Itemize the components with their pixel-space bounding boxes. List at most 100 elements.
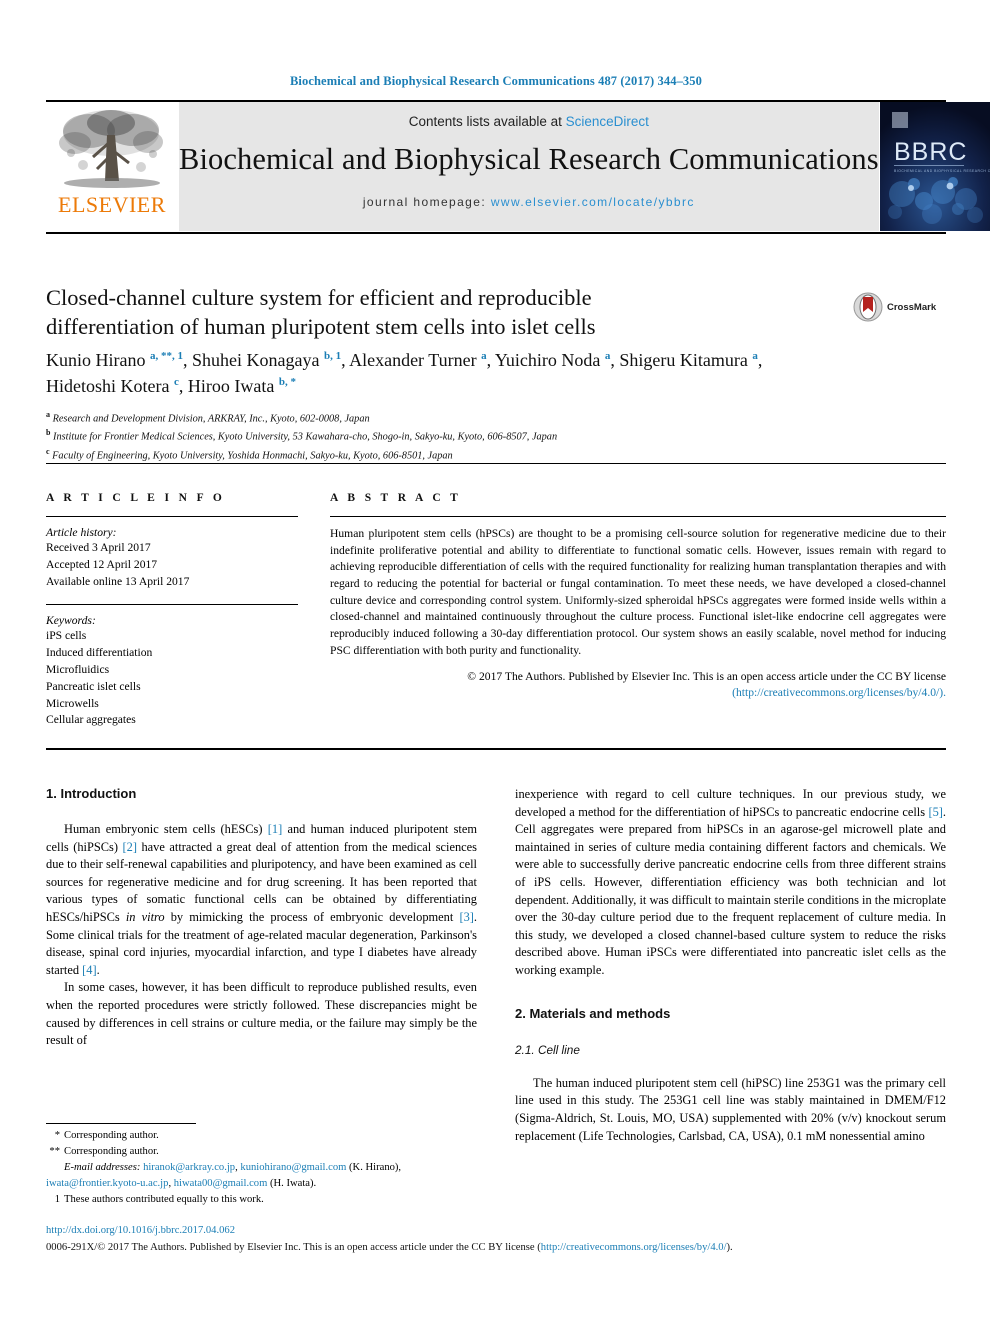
abstract-body: Human pluripotent stem cells (hPSCs) are… — [330, 527, 946, 657]
journal-band: Contents lists available at ScienceDirec… — [178, 102, 880, 231]
abstract-heading: A B S T R A C T — [330, 492, 462, 504]
elsevier-tree-icon — [53, 105, 171, 193]
copyright-tail: ). — [726, 1242, 733, 1253]
journal-title: Biochemical and Biophysical Research Com… — [179, 142, 879, 176]
running-head: Biochemical and Biophysical Research Com… — [290, 74, 702, 88]
email-attribution: (K. Hirano), — [349, 1162, 402, 1174]
abstract-license-link[interactable]: (http://creativecommons.org/licenses/by/… — [732, 686, 946, 699]
citation-ref[interactable]: [4] — [82, 963, 96, 977]
copyright-text: 0006-291X/© 2017 The Authors. Published … — [46, 1242, 541, 1253]
keywords-label: Keywords: — [46, 614, 96, 628]
email-link[interactable]: hiranok@arkray.co.jp — [143, 1162, 235, 1173]
sciencedirect-link[interactable]: ScienceDirect — [566, 114, 649, 129]
text-run: Human embryonic stem cells (hESCs) — [64, 822, 268, 836]
keywords-block: Keywords: iPS cells Induced differentiat… — [46, 614, 298, 729]
info-abstract-region: A R T I C L E I N F O Article history: R… — [46, 463, 946, 743]
license-link[interactable]: http://creativecommons.org/licenses/by/4… — [541, 1242, 727, 1253]
keyword-item: Cellular aggregates — [46, 713, 136, 727]
keyword-item: Induced differentiation — [46, 646, 153, 660]
text-run: . — [96, 962, 100, 977]
homepage-label: journal homepage: — [362, 195, 491, 209]
page-title: Closed-channel culture system for effici… — [46, 283, 746, 342]
journal-masthead: ELSEVIER Contents lists available at Sci… — [46, 100, 990, 232]
svg-text:BIOCHEMICAL AND BIOPHYSICAL RE: BIOCHEMICAL AND BIOPHYSICAL RESEARCH COM… — [894, 169, 990, 173]
affiliation-list: a Research and Development Division, ARK… — [46, 409, 926, 464]
keywords-divider — [46, 604, 298, 606]
paragraph: inexperience with regard to cell culture… — [515, 786, 946, 980]
svg-text:BBRC: BBRC — [894, 138, 967, 166]
article-info-column: A R T I C L E I N F O Article history: R… — [46, 464, 298, 743]
article-info-divider — [46, 516, 298, 517]
abstract-copyright: © 2017 The Authors. Published by Elsevie… — [330, 669, 946, 702]
email-link[interactable]: hiwata00@gmail.com — [174, 1178, 268, 1189]
homepage-url[interactable]: www.elsevier.com/locate/ybbrc — [491, 195, 695, 209]
email-link[interactable]: iwata@frontier.kyoto-u.ac.jp — [46, 1178, 168, 1189]
email-addresses-label: E-mail addresses: — [64, 1162, 141, 1174]
subsection-heading-cell-line: 2.1. Cell line — [515, 1042, 580, 1057]
affiliation-item: b Institute for Frontier Medical Science… — [46, 427, 926, 445]
body-column-left: 1. Introduction Human embryonic stem cel… — [46, 786, 477, 1145]
issn-copyright-line: 0006-291X/© 2017 The Authors. Published … — [46, 1242, 946, 1253]
text-run: . Cell aggregates were prepared from hiP… — [515, 804, 946, 978]
body-column-right: inexperience with regard to cell culture… — [515, 786, 946, 1145]
footnote-text: These authors contributed equally to thi… — [64, 1193, 264, 1205]
footnote-divider — [46, 1123, 196, 1124]
text-run: inexperience with regard to cell culture… — [515, 787, 946, 819]
footnote-corresponding-2: ** Corresponding author. — [46, 1144, 486, 1160]
text-run: The human induced pluripotent stem cell … — [515, 1075, 946, 1143]
citation-ref[interactable]: [1] — [268, 822, 282, 836]
abstract-divider — [330, 516, 946, 517]
author-list: Kunio Hirano a, **, 1, Shuhei Konagaya b… — [46, 348, 836, 399]
crossmark-badge[interactable]: CrossMark — [853, 287, 945, 327]
doi-link[interactable]: http://dx.doi.org/10.1016/j.bbrc.2017.04… — [46, 1225, 235, 1236]
keyword-item: Pancreatic islet cells — [46, 679, 141, 693]
text-run: In some cases, however, it has been diff… — [46, 980, 477, 1048]
paragraph: Human embryonic stem cells (hESCs) [1] a… — [46, 821, 477, 979]
email-link[interactable]: kuniohirano@gmail.com — [240, 1162, 346, 1173]
footnote-equal-contribution: 1 These authors contributed equally to th… — [46, 1192, 486, 1208]
citation-ref[interactable]: [3] — [459, 910, 473, 924]
footnote-mark: 1 — [54, 1193, 60, 1205]
crossmark-icon — [853, 292, 883, 322]
keyword-item: iPS cells — [46, 629, 87, 643]
text-run: in vitro — [125, 910, 165, 925]
abstract-column: A B S T R A C T Human pluripotent stem c… — [298, 464, 946, 743]
footnote-text: Corresponding author. — [64, 1130, 159, 1141]
paragraph: In some cases, however, it has been diff… — [46, 979, 477, 1049]
elsevier-wordmark: ELSEVIER — [58, 192, 166, 217]
affiliation-text: Faculty of Engineering, Kyoto University… — [49, 450, 453, 462]
text-run: by mimicking the process of embryonic de… — [164, 910, 460, 925]
footnotes-block: * Corresponding author. ** Corresponding a… — [46, 1128, 486, 1207]
email-attribution: (H. Iwata). — [270, 1178, 317, 1190]
footnote-mark: * — [54, 1130, 60, 1141]
citation-ref[interactable]: [2] — [123, 840, 137, 854]
journal-article-page: Biochemical and Biophysical Research Com… — [0, 0, 992, 1323]
body-columns: 1. Introduction Human embryonic stem cel… — [46, 786, 946, 1145]
history-received: Received 3 April 2017 — [46, 541, 151, 554]
journal-homepage-line: journal homepage: www.elsevier.com/locat… — [363, 195, 695, 209]
abstract-bottom-rule — [46, 748, 946, 750]
article-title-line-2: differentiation of human pluripotent ste… — [46, 314, 596, 340]
keyword-item: Microwells — [46, 696, 99, 710]
article-title-line-1: Closed-channel culture system for effici… — [46, 285, 592, 310]
affiliation-text: Research and Development Division, ARKRA… — [50, 413, 370, 425]
affiliation-item: a Research and Development Division, ARK… — [46, 409, 926, 427]
affiliation-text: Institute for Frontier Medical Sciences,… — [50, 431, 558, 443]
title-divider — [46, 232, 946, 234]
section-heading-materials-methods: 2. Materials and methods — [515, 1005, 671, 1021]
citation-ref[interactable]: [5] — [928, 805, 942, 819]
paragraph: The human induced pluripotent stem cell … — [515, 1075, 946, 1145]
contents-prefix: Contents lists available at — [408, 114, 566, 129]
footnote-emails: E-mail addresses: hiranok@arkray.co.jp, … — [46, 1162, 402, 1190]
bbrc-cover-art: BBRC BIOCHEMICAL AND BIOPHYSICAL RESEARC… — [879, 102, 990, 231]
journal-cover-thumbnail: BBRC BIOCHEMICAL AND BIOPHYSICAL RESEARC… — [879, 102, 990, 231]
elsevier-logo: ELSEVIER — [46, 102, 178, 231]
authors-text: Kunio Hirano a, **, 1, Shuhei Konagaya b… — [46, 350, 763, 396]
keyword-item: Microfluidics — [46, 662, 110, 676]
footnote-text: Corresponding author. — [64, 1145, 159, 1157]
contents-available-line: Contents lists available at ScienceDirec… — [409, 114, 649, 129]
article-info-heading: A R T I C L E I N F O — [46, 492, 226, 504]
crossmark-label: CrossMark — [887, 301, 937, 313]
history-available-online: Available online 13 April 2017 — [46, 574, 190, 588]
article-history-label: Article history: — [46, 526, 117, 539]
